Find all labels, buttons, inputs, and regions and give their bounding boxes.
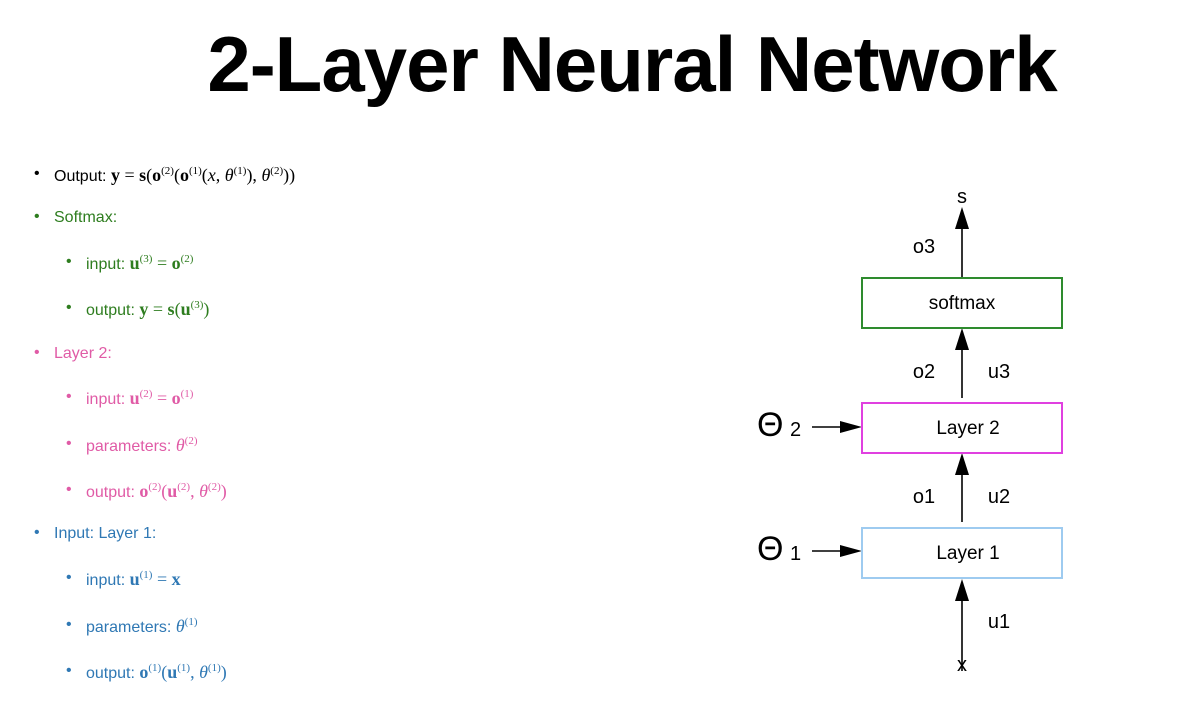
label-s: s	[957, 186, 967, 208]
network-diagram: softmax Layer 2 Layer 1 s x o3 o2 u3 o1 …	[757, 186, 1063, 676]
theta1-subscript: 1	[790, 543, 801, 565]
arrowhead	[840, 421, 862, 433]
layer2-box-label: Layer 2	[936, 418, 999, 439]
label-u1: u1	[988, 611, 1010, 633]
theta2-symbol: Θ	[757, 406, 783, 444]
theta2-subscript: 2	[790, 419, 801, 441]
softmax-box-label: softmax	[929, 293, 996, 314]
arrowhead	[955, 579, 969, 601]
label-o3: o3	[913, 236, 935, 258]
label-x: x	[957, 654, 967, 676]
arrowhead	[955, 328, 969, 350]
layer1-box-label: Layer 1	[936, 543, 999, 564]
label-o1: o1	[913, 486, 935, 508]
theta1-symbol: Θ	[757, 530, 783, 568]
label-u2: u2	[988, 486, 1010, 508]
label-u3: u3	[988, 361, 1010, 383]
arrowhead	[955, 453, 969, 475]
arrowhead	[955, 207, 969, 229]
label-o2: o2	[913, 361, 935, 383]
arrowhead	[840, 545, 862, 557]
